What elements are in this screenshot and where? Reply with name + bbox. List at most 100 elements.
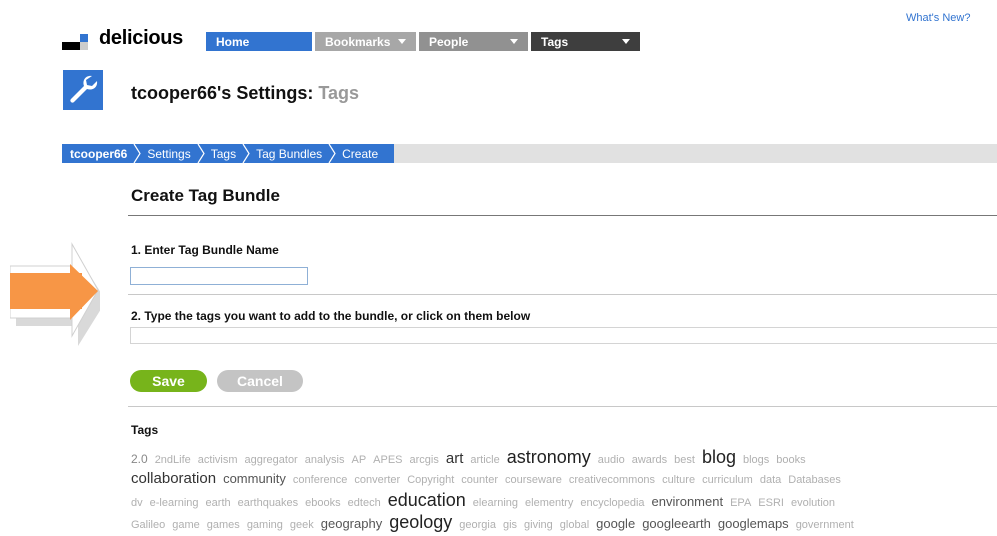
tag-cloud-row: collaboration community conference converte… (131, 469, 997, 491)
nav-tab-tags-label: Tags (541, 34, 569, 49)
cancel-button[interactable]: Cancel (217, 370, 303, 392)
bundle-name-input[interactable] (130, 267, 308, 285)
chevron-down-icon (510, 39, 518, 44)
tag-link[interactable]: awards (632, 450, 667, 469)
tag-link[interactable]: gis (503, 515, 517, 534)
breadcrumb-create: Create (342, 146, 379, 161)
tag-link[interactable]: APES (373, 450, 402, 469)
tag-link[interactable]: edtech (348, 493, 381, 512)
nav-tab-tags[interactable]: Tags (531, 32, 640, 51)
tag-link[interactable]: analysis (305, 450, 345, 469)
tag-link[interactable]: ebooks (305, 493, 340, 512)
tag-cloud-row: dv e-learning earth earthquakes ebooks edtech… (131, 490, 997, 512)
page-title-sub: Tags (318, 83, 360, 103)
tag-link[interactable]: education (388, 490, 466, 510)
breadcrumb-settings[interactable]: Settings (141, 144, 196, 163)
tag-link[interactable]: astronomy (507, 447, 591, 467)
tag-link[interactable]: evolution (791, 493, 835, 512)
chevron-right-icon (242, 144, 250, 163)
nav-tab-home[interactable]: Home (206, 32, 312, 51)
chevron-right-icon (133, 144, 142, 163)
page-title: tcooper66's Settings: Tags (131, 83, 359, 104)
tag-link[interactable]: art (446, 449, 464, 469)
tag-link[interactable]: earth (206, 493, 231, 512)
tag-link[interactable]: ESRI (758, 493, 784, 512)
tag-link[interactable]: googleearth (642, 514, 711, 534)
chevron-right-icon (197, 144, 205, 163)
tag-link[interactable]: geek (290, 515, 314, 534)
tag-link[interactable]: geography (321, 514, 382, 534)
tag-link[interactable]: best (674, 450, 695, 469)
tag-link[interactable]: activism (198, 450, 238, 469)
tag-link[interactable]: Copyright (407, 470, 454, 490)
tag-link[interactable]: collaboration (131, 469, 216, 489)
breadcrumb-tags[interactable]: Tags (205, 144, 242, 163)
tag-link[interactable]: 2.0 (131, 449, 148, 469)
tag-link[interactable]: environment (652, 492, 724, 512)
save-button[interactable]: Save (130, 370, 207, 392)
tag-link[interactable]: courseware (505, 470, 562, 490)
tag-link[interactable]: encyclopedia (580, 493, 644, 512)
tag-link[interactable]: audio (598, 450, 625, 469)
create-tag-bundle-heading: Create Tag Bundle (131, 186, 280, 205)
pointer-arrow-icon (10, 242, 100, 346)
tag-link[interactable]: googlemaps (718, 514, 789, 534)
tag-link[interactable]: Galileo (131, 515, 165, 534)
nav-tab-people-label: People (429, 34, 469, 49)
tag-link[interactable]: dv (131, 493, 143, 512)
nav-tab-home-label: Home (216, 34, 250, 49)
tag-link[interactable]: culture (662, 470, 695, 490)
bundle-name-label: 1. Enter Tag Bundle Name (131, 243, 279, 257)
tag-link[interactable]: giving (524, 515, 553, 534)
chevron-down-icon (622, 39, 630, 44)
page-title-main: tcooper66's Settings: (131, 83, 314, 103)
tag-link[interactable]: aggregator (245, 450, 298, 469)
tag-link[interactable]: creativecommons (569, 470, 655, 490)
tag-link[interactable]: community (223, 469, 286, 489)
nav-tab-bookmarks[interactable]: Bookmarks (315, 32, 416, 51)
tag-link[interactable]: arcgis (410, 450, 439, 469)
tag-link[interactable]: games (207, 515, 240, 534)
tag-link[interactable]: EPA (730, 493, 751, 512)
tag-link[interactable]: conference (293, 470, 347, 490)
tag-link[interactable]: game (172, 515, 200, 534)
bundle-tags-input[interactable] (130, 327, 997, 344)
tag-link[interactable]: elementry (525, 493, 573, 512)
tag-link[interactable]: georgia (459, 515, 496, 534)
divider (128, 294, 997, 295)
main-nav: Home Bookmarks People Tags (206, 32, 643, 51)
breadcrumb-tag-bundles[interactable]: Tag Bundles (250, 144, 328, 163)
tag-link[interactable]: government (796, 515, 854, 534)
tag-link[interactable]: earthquakes (238, 493, 299, 512)
tag-link[interactable]: counter (461, 470, 498, 490)
tag-link[interactable]: 2ndLife (155, 450, 191, 469)
wrench-icon (63, 70, 103, 110)
tag-link[interactable]: Databases (788, 470, 841, 490)
tags-heading: Tags (131, 423, 159, 437)
tag-link[interactable]: AP (351, 450, 366, 469)
whats-new-link[interactable]: What's New? (906, 12, 970, 24)
nav-tab-people[interactable]: People (419, 32, 528, 51)
tag-cloud-row: Galileo game games gaming geek geography geolo… (131, 512, 997, 534)
tag-link[interactable]: blog (702, 447, 736, 467)
tag-link[interactable]: e-learning (150, 493, 199, 512)
tag-link[interactable]: gaming (247, 515, 283, 534)
tag-link[interactable]: geology (389, 512, 452, 532)
tag-link[interactable]: converter (354, 470, 400, 490)
brand-name[interactable]: delicious (99, 27, 183, 50)
chevron-down-icon (398, 39, 406, 44)
tag-link[interactable]: global (560, 515, 589, 534)
chevron-right-icon (328, 144, 336, 163)
breadcrumb: tcooper66 Settings Tags Tag Bundles Crea… (62, 144, 395, 163)
nav-tab-bookmarks-label: Bookmarks (325, 34, 391, 49)
tag-link[interactable]: curriculum (702, 470, 753, 490)
breadcrumb-user[interactable]: tcooper66 (62, 144, 133, 163)
breadcrumb-end-arrow (384, 144, 394, 163)
tag-link[interactable]: elearning (473, 493, 518, 512)
tag-link[interactable]: article (470, 450, 499, 469)
tag-link[interactable]: google (596, 514, 635, 534)
tag-link[interactable]: blogs (743, 450, 769, 469)
tag-link[interactable]: books (776, 450, 805, 469)
tag-link[interactable]: data (760, 470, 781, 490)
tag-cloud-row: 2.0 2ndLife activism aggregator analysis AP AP… (131, 447, 997, 469)
